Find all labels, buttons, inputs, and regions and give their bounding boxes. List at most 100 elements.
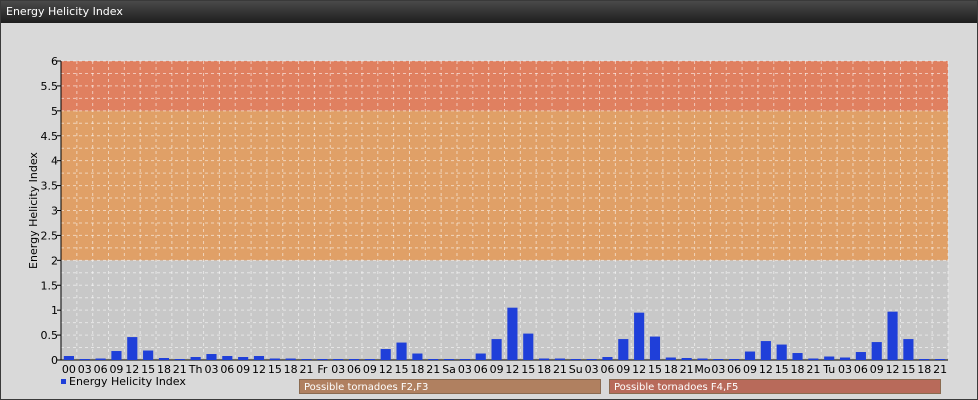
- x-tick-label: 21: [553, 363, 567, 376]
- bar: [238, 357, 249, 360]
- x-tick-label: 12: [759, 363, 773, 376]
- bar: [443, 359, 455, 360]
- bar: [333, 359, 344, 360]
- x-tick-label: 18: [917, 363, 931, 376]
- bar: [539, 358, 550, 360]
- x-tick-label: 03: [204, 363, 218, 376]
- x-tick-label: Fr: [317, 363, 328, 376]
- x-tick-label: 06: [474, 363, 488, 376]
- x-tick-label: 21: [806, 363, 820, 376]
- bar: [523, 333, 534, 360]
- x-tick-label: 21: [680, 363, 694, 376]
- x-tick-label: 03: [838, 363, 852, 376]
- bar: [412, 353, 423, 360]
- y-tick-label: 5.5: [41, 80, 59, 93]
- x-tick-label: 09: [743, 363, 757, 376]
- bar: [301, 359, 312, 360]
- bar: [665, 357, 676, 360]
- ehi-chart: 0 0.5 1 1.5 2 2.5 3 3.5 4 4.5 5 5.5 6 Energy Helicity…: [27, 55, 949, 388]
- bar: [871, 342, 882, 360]
- bar: [491, 339, 502, 360]
- x-tick-label: Su: [569, 363, 583, 376]
- bar: [729, 359, 740, 360]
- x-tick-label: 15: [268, 363, 282, 376]
- x-tick-label: 09: [363, 363, 377, 376]
- x-tick-label: Mo: [694, 363, 710, 376]
- bar: [174, 359, 185, 360]
- x-tick-label: 03: [711, 363, 725, 376]
- bar: [380, 349, 391, 360]
- bar: [79, 359, 90, 360]
- bar: [570, 359, 581, 360]
- x-tick-label: 21: [300, 363, 314, 376]
- bar: [855, 352, 866, 360]
- bar: [222, 356, 233, 360]
- y-tick-label: 3.5: [41, 180, 59, 193]
- x-tick-label: 21: [426, 363, 440, 376]
- x-tick-label: 18: [791, 363, 805, 376]
- x-tick-label: 12: [886, 363, 900, 376]
- x-tick-label: 15: [395, 363, 409, 376]
- x-tick-label: 18: [410, 363, 424, 376]
- x-tick-label: 18: [664, 363, 678, 376]
- band-label-f2f3: Possible tornadoes F2,F3: [299, 379, 601, 394]
- y-axis-label: Energy Helicity Index: [27, 152, 40, 269]
- bar: [475, 353, 486, 360]
- bar: [634, 312, 645, 360]
- y-tick-label: 4.5: [41, 130, 59, 143]
- bar: [554, 358, 566, 360]
- bar: [317, 359, 328, 360]
- y-tick-label: 0.5: [41, 329, 59, 342]
- x-tick-label: 03: [458, 363, 472, 376]
- bar: [760, 341, 771, 360]
- bar: [348, 359, 360, 360]
- bar: [808, 358, 819, 360]
- x-tick-label: 09: [616, 363, 630, 376]
- x-tick-label: 09: [490, 363, 504, 376]
- x-tick-label: 06: [220, 363, 234, 376]
- bar: [744, 351, 756, 360]
- x-tick-label: 09: [236, 363, 250, 376]
- band-label-f4f5: Possible tornadoes F4,F5: [609, 379, 941, 394]
- x-tick-label: 15: [901, 363, 915, 376]
- bar: [586, 359, 597, 360]
- y-tick-label: 2.5: [41, 229, 59, 242]
- x-tick-label: 06: [727, 363, 741, 376]
- x-tick-label: 06: [600, 363, 614, 376]
- x-tick-label: 15: [648, 363, 662, 376]
- legend-swatch: [61, 379, 66, 384]
- x-tick-label: 12: [252, 363, 266, 376]
- y-tick-label: 1.5: [41, 279, 59, 292]
- bar: [158, 358, 170, 360]
- x-tick-label: Th: [188, 363, 203, 376]
- y-tick-label: 3: [51, 205, 58, 218]
- bar: [602, 357, 613, 360]
- bar: [839, 357, 851, 360]
- bar: [364, 359, 375, 360]
- bar: [507, 307, 518, 360]
- x-tick-label: 12: [379, 363, 393, 376]
- x-tick-label: 03: [585, 363, 599, 376]
- bar: [649, 336, 661, 360]
- bar: [713, 359, 724, 360]
- x-tick-label: 15: [775, 363, 789, 376]
- bar: [285, 358, 296, 360]
- x-tick-label: 03: [331, 363, 345, 376]
- x-tick-label: Sa: [442, 363, 456, 376]
- x-tick-label: 06: [347, 363, 361, 376]
- bar: [253, 356, 265, 360]
- bar: [143, 350, 154, 360]
- bar: [63, 356, 74, 360]
- bar: [111, 351, 122, 360]
- bar: [792, 353, 803, 360]
- bar: [681, 358, 692, 360]
- legend-label: Energy Helicity Index: [69, 375, 186, 388]
- bar: [824, 356, 835, 360]
- bar: [396, 342, 407, 360]
- bar: [459, 359, 470, 360]
- x-tick-label: 18: [284, 363, 298, 376]
- bar: [887, 311, 898, 360]
- x-tick-label: 12: [505, 363, 519, 376]
- bar: [127, 337, 138, 360]
- x-tick-label: 21: [933, 363, 947, 376]
